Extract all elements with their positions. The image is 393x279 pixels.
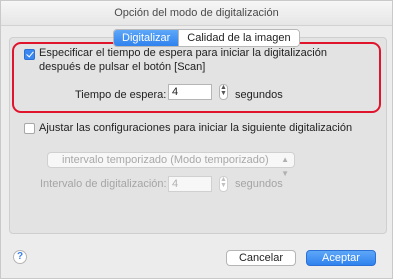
help-icon[interactable]: ? (13, 250, 27, 264)
stepper-down-icon[interactable]: ▼ (220, 182, 227, 189)
wait-time-unit: segundos (235, 89, 283, 101)
ok-button[interactable]: Aceptar (306, 250, 376, 266)
wait-time-input[interactable]: 4 (168, 84, 212, 100)
wait-time-option-line2: después de pulsar el botón [Scan] (39, 61, 206, 73)
next-scan-checkbox[interactable] (24, 123, 35, 134)
dialog-window: Opción del modo de digitalización Digita… (0, 0, 393, 279)
interval-label: Intervalo de digitalización: (40, 178, 167, 190)
wait-time-checkbox[interactable] (24, 49, 35, 60)
wait-time-label: Tiempo de espera: (75, 89, 167, 101)
interval-stepper[interactable]: ▲ ▼ (219, 176, 228, 192)
next-scan-option-label: Ajustar las configuraciones para iniciar… (39, 122, 353, 134)
wait-time-stepper[interactable]: ▲ ▼ (219, 84, 228, 100)
wait-time-option-line1: Especificar el tiempo de espera para ini… (39, 47, 327, 59)
chevron-updown-icon: ▲ ▼ (281, 155, 289, 178)
interval-unit: segundos (235, 178, 283, 190)
tab-calidad-imagen[interactable]: Calidad de la imagen (178, 30, 299, 46)
tab-bar: Digitalizar Calidad de la imagen (113, 29, 300, 47)
interval-input[interactable]: 4 (168, 176, 212, 192)
stepper-down-icon[interactable]: ▼ (220, 90, 227, 97)
cancel-button[interactable]: Cancelar (226, 250, 296, 266)
tab-digitalizar[interactable]: Digitalizar (114, 30, 179, 46)
mode-select-value: intervalo temporizado (Modo temporizado) (62, 154, 269, 166)
mode-select[interactable]: intervalo temporizado (Modo temporizado)… (47, 152, 295, 178)
window-title: Opción del modo de digitalización (1, 1, 392, 26)
